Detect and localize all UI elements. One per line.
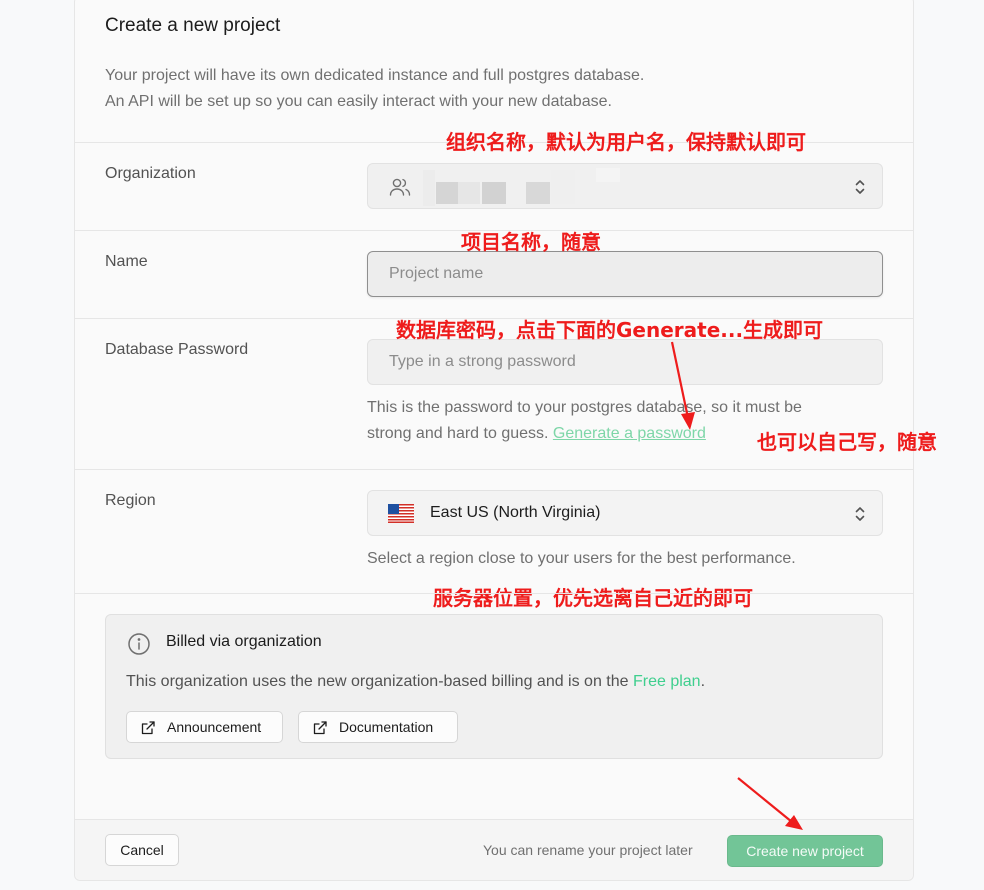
- billing-text: This organization uses the new organizat…: [126, 673, 705, 691]
- divider: [75, 593, 913, 594]
- billing-notice: Billed via organization This organizatio…: [105, 614, 883, 759]
- external-link-icon: [141, 721, 155, 735]
- chevron-up-down-icon: [855, 180, 865, 194]
- announcement-label: Announcement: [167, 719, 262, 735]
- redacted-org-name: [423, 170, 435, 206]
- billing-title: Billed via organization: [166, 633, 322, 650]
- intro-line-2: An API will be set up so you can easily …: [105, 93, 612, 110]
- region-select[interactable]: East US (North Virginia): [367, 490, 883, 536]
- rename-note: You can rename your project later: [483, 842, 693, 858]
- password-annotation: 数据库密码，点击下面的Generate...生成即可: [396, 318, 824, 342]
- redacted-org-name: [458, 182, 480, 204]
- billing-text-main: This organization uses the new organizat…: [126, 673, 633, 690]
- users-icon: [389, 178, 411, 196]
- annotation-arrow: [737, 777, 803, 830]
- intro-line-1: Your project will have its own dedicated…: [105, 67, 645, 84]
- documentation-button[interactable]: Documentation: [298, 711, 458, 743]
- region-value: East US (North Virginia): [430, 504, 601, 521]
- password-input[interactable]: Type in a strong password: [367, 339, 883, 385]
- info-icon: [128, 633, 150, 655]
- password-help: This is the password to your postgres da…: [367, 395, 802, 447]
- divider: [75, 469, 913, 470]
- free-plan-link[interactable]: Free plan: [633, 673, 701, 690]
- region-annotation: 服务器位置，优先选离自己近的即可: [433, 586, 753, 610]
- redacted-org-name: [551, 170, 575, 204]
- name-annotation: 项目名称，随意: [461, 230, 601, 254]
- organization-label: Organization: [105, 165, 196, 182]
- form-intro: Your project will have its own dedicated…: [105, 63, 644, 115]
- org-annotation: 组织名称，默认为用户名，保持默认即可: [446, 130, 806, 154]
- password-label: Database Password: [105, 341, 249, 358]
- redacted-org-name: [596, 168, 620, 182]
- password-help-line-2: strong and hard to guess. Generate a pas…: [367, 421, 802, 447]
- redacted-org-name: [482, 182, 506, 204]
- name-label: Name: [105, 253, 148, 270]
- password-help-text: strong and hard to guess.: [367, 425, 549, 442]
- create-project-button[interactable]: Create new project: [727, 835, 883, 867]
- password-help-line-1: This is the password to your postgres da…: [367, 399, 802, 416]
- organization-select[interactable]: [367, 163, 883, 209]
- project-name-placeholder: Project name: [389, 265, 484, 282]
- project-name-input[interactable]: Project name: [367, 251, 883, 297]
- redacted-org-name: [526, 182, 550, 204]
- region-label: Region: [105, 492, 156, 509]
- announcement-button[interactable]: Announcement: [126, 711, 283, 743]
- redacted-org-name: [436, 182, 458, 204]
- cancel-button[interactable]: Cancel: [105, 834, 179, 866]
- chevron-up-down-icon: [855, 507, 865, 521]
- password-placeholder: Type in a strong password: [389, 353, 576, 370]
- region-help: Select a region close to your users for …: [367, 550, 796, 567]
- annotation-arrow: [670, 341, 695, 430]
- documentation-label: Documentation: [339, 719, 434, 735]
- billing-text-end: .: [700, 673, 706, 690]
- external-link-icon: [313, 721, 327, 735]
- password-annotation-2: 也可以自己写，随意: [757, 430, 937, 454]
- us-flag-icon: [388, 504, 414, 523]
- form-title: Create a new project: [105, 15, 281, 36]
